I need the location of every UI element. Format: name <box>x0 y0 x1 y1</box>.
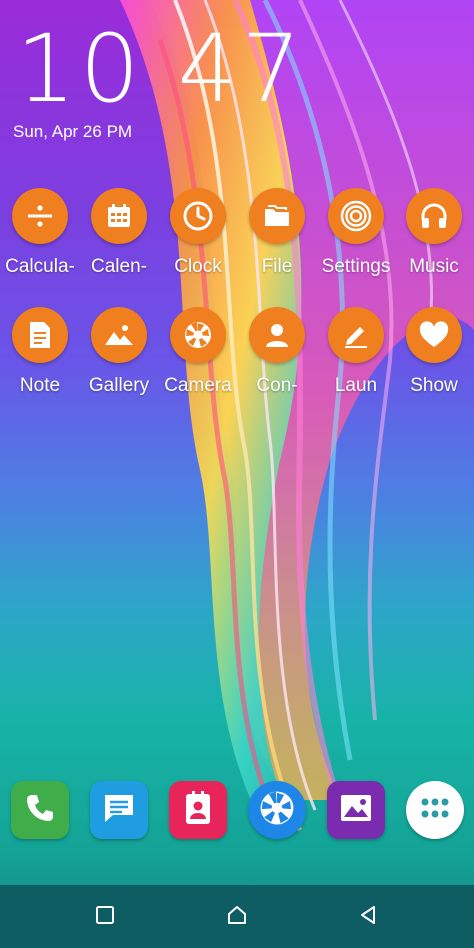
app-label: Clock <box>174 256 222 277</box>
app-calendar[interactable]: Calen- <box>79 188 159 278</box>
message-icon <box>101 791 137 830</box>
dock-app-drawer[interactable] <box>406 781 464 839</box>
settings-icon <box>328 188 384 244</box>
camera-aperture-icon <box>170 307 226 363</box>
note-icon <box>12 307 68 363</box>
camera-aperture-icon <box>257 788 297 833</box>
app-launcher[interactable]: Laun <box>316 307 396 397</box>
recents-icon <box>95 905 115 930</box>
app-label: Laun <box>334 375 378 396</box>
app-contacts[interactable]: Con- <box>237 307 317 397</box>
app-show[interactable]: Show <box>394 307 474 397</box>
dock-phone[interactable] <box>11 781 69 839</box>
navigation-bar <box>0 885 474 948</box>
app-label: Calen- <box>91 256 147 277</box>
app-gallery[interactable]: Gallery <box>79 307 159 397</box>
folder-icon <box>249 188 305 244</box>
app-label: Note <box>19 375 61 396</box>
clock-time[interactable]: 10 47 <box>16 20 305 120</box>
app-label: Calcula- <box>5 256 75 277</box>
gallery-icon <box>338 792 374 829</box>
app-label: Show <box>410 375 458 396</box>
app-camera[interactable]: Camera <box>158 307 238 397</box>
home-icon <box>226 904 248 931</box>
home-button[interactable] <box>219 899 255 935</box>
headphones-icon <box>406 188 462 244</box>
dock-contacts[interactable] <box>169 781 227 839</box>
app-note[interactable]: Note <box>0 307 80 397</box>
app-calculator[interactable]: Calcula- <box>0 188 80 278</box>
app-file[interactable]: File <box>237 188 317 278</box>
back-icon <box>358 904 378 931</box>
calculator-icon <box>12 188 68 244</box>
app-label: Gallery <box>88 375 150 396</box>
dock-messages[interactable] <box>90 781 148 839</box>
app-label: Music <box>409 256 459 277</box>
heart-icon <box>406 307 462 363</box>
app-label: File <box>261 256 293 277</box>
date-label[interactable]: Sun, Apr 26 PM <box>13 122 132 142</box>
contact-card-icon <box>181 790 215 831</box>
app-music[interactable]: Music <box>394 188 474 278</box>
app-settings[interactable]: Settings <box>316 188 396 278</box>
clock-icon <box>170 188 226 244</box>
contacts-icon <box>249 307 305 363</box>
app-label: Settings <box>321 256 391 277</box>
app-clock[interactable]: Clock <box>158 188 238 278</box>
dock-gallery[interactable] <box>327 781 385 839</box>
back-button[interactable] <box>350 899 386 935</box>
app-label: Camera <box>164 375 232 396</box>
calendar-icon <box>91 188 147 244</box>
recents-button[interactable] <box>87 899 123 935</box>
phone-icon <box>23 791 57 830</box>
pencil-icon <box>328 307 384 363</box>
dock-camera[interactable] <box>248 781 306 839</box>
app-label: Con- <box>256 375 298 396</box>
gallery-icon <box>91 307 147 363</box>
app-drawer-icon <box>420 797 450 824</box>
wallpaper <box>0 0 474 948</box>
